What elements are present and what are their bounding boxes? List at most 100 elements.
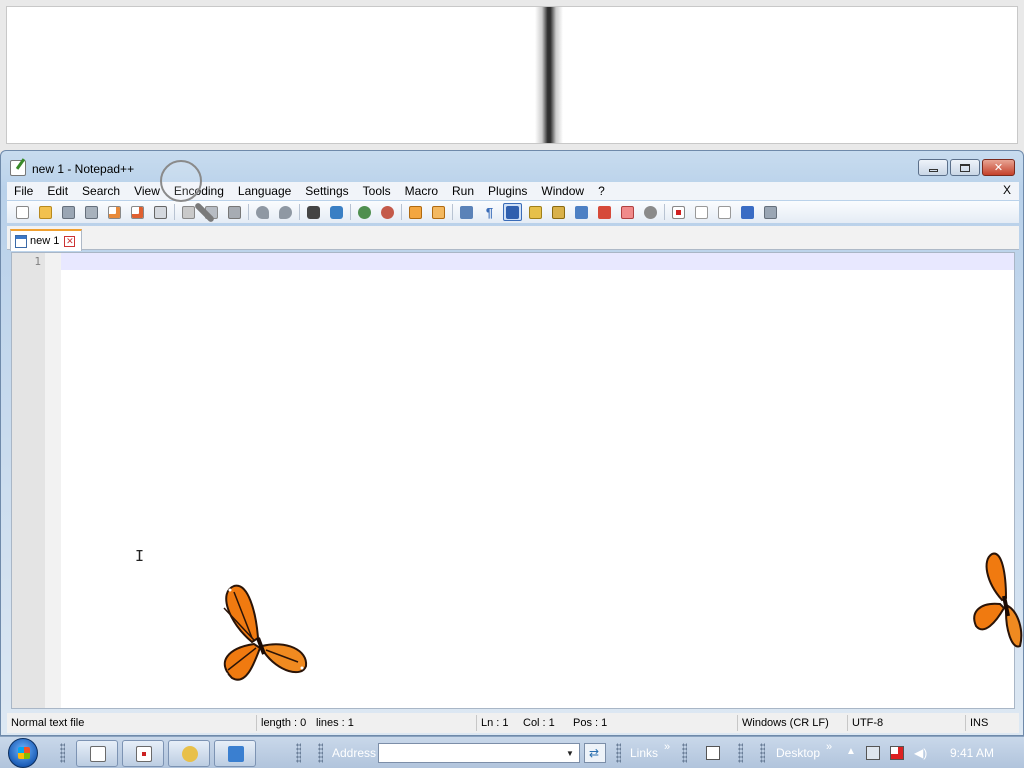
menu-tools[interactable]: Tools xyxy=(356,183,398,199)
menu-edit[interactable]: Edit xyxy=(40,183,75,199)
new-file-button[interactable] xyxy=(13,203,32,221)
pilcrow-icon: ¶ xyxy=(485,204,494,220)
task-notepadpp[interactable] xyxy=(76,740,118,767)
show-hidden-icons-icon[interactable]: ▲ xyxy=(846,746,860,760)
status-ln: Ln : 1 xyxy=(476,715,519,731)
new-file-icon xyxy=(16,205,29,219)
save-macro-icon xyxy=(764,205,777,219)
toolbar-separator xyxy=(452,204,453,220)
undo-button[interactable] xyxy=(253,203,272,221)
minimize-button[interactable] xyxy=(918,159,948,176)
status-encoding[interactable]: UTF-8 xyxy=(847,715,965,731)
function-list-button[interactable] xyxy=(595,203,614,221)
menu-file[interactable]: File xyxy=(7,183,40,199)
menu-language[interactable]: Language xyxy=(231,183,298,199)
address-input[interactable] xyxy=(378,743,580,763)
save-button[interactable] xyxy=(59,203,78,221)
task-app-2[interactable] xyxy=(122,740,164,767)
taskbar-grip[interactable] xyxy=(682,743,687,763)
close-all-icon xyxy=(131,205,144,219)
maximize-button[interactable] xyxy=(950,159,980,176)
menu-search[interactable]: Search xyxy=(75,183,127,199)
chevron-down-icon[interactable]: ▼ xyxy=(566,749,574,758)
taskbar-grip[interactable] xyxy=(738,743,743,763)
document-map-icon xyxy=(552,205,565,219)
replace-button[interactable] xyxy=(327,203,346,221)
find-button[interactable] xyxy=(304,203,323,221)
open-file-button[interactable] xyxy=(36,203,55,221)
menu-settings[interactable]: Settings xyxy=(298,183,355,199)
menu-window[interactable]: Window xyxy=(534,183,591,199)
menu-help[interactable]: ? xyxy=(591,183,612,199)
status-file-type: Normal text file xyxy=(11,717,85,729)
redo-button[interactable] xyxy=(276,203,295,221)
title-bar[interactable]: new 1 - Notepad++ ✕ xyxy=(1,151,1023,183)
network-icon[interactable] xyxy=(866,746,880,760)
clock[interactable]: 9:41 AM xyxy=(950,746,994,760)
sync-vertical-button[interactable] xyxy=(406,203,425,221)
address-go-button[interactable] xyxy=(584,743,606,763)
monitoring-button[interactable] xyxy=(641,203,660,221)
taskbar-grip[interactable] xyxy=(318,743,323,763)
show-all-chars-button[interactable]: ¶ xyxy=(480,203,499,221)
menu-plugins[interactable]: Plugins xyxy=(481,183,534,199)
print-button[interactable] xyxy=(151,203,170,221)
minimize-icon xyxy=(928,168,938,172)
action-center-icon[interactable] xyxy=(890,746,904,760)
volume-icon[interactable]: ◀) xyxy=(914,746,928,760)
status-col: Col : 1 xyxy=(523,717,555,729)
tab-close-icon[interactable]: ✕ xyxy=(64,235,76,247)
desktop-chevron-icon[interactable]: » xyxy=(826,741,832,753)
folder-workspace-button[interactable] xyxy=(618,203,637,221)
taskbar-grip[interactable] xyxy=(760,743,765,763)
line-number: 1 xyxy=(34,255,41,268)
desktop-label[interactable]: Desktop xyxy=(776,746,820,760)
monitoring-icon xyxy=(644,205,657,219)
taskbar-grip[interactable] xyxy=(616,743,621,763)
taskbar-grip[interactable] xyxy=(296,743,301,763)
macro-stop-button[interactable] xyxy=(692,203,711,221)
status-eol[interactable]: Windows (CR LF) xyxy=(737,715,847,731)
tab-new-1[interactable]: new 1 ✕ xyxy=(10,229,82,251)
zoom-in-button[interactable] xyxy=(355,203,374,221)
save-all-button[interactable] xyxy=(82,203,101,221)
open-folder-icon xyxy=(39,205,52,219)
stop-icon xyxy=(695,205,708,219)
taskbar-grip[interactable] xyxy=(60,743,65,763)
editor-area[interactable]: 1 I xyxy=(11,252,1015,709)
magnifier-view-panel xyxy=(6,6,1018,144)
doc-map-button[interactable] xyxy=(549,203,568,221)
macro-save-button[interactable] xyxy=(761,203,780,221)
close-document-button[interactable]: X xyxy=(1003,183,1011,197)
udl-button[interactable] xyxy=(526,203,545,221)
redo-icon xyxy=(279,205,292,219)
function-list-icon xyxy=(598,205,611,219)
macro-run-multiple-button[interactable] xyxy=(738,203,757,221)
start-button[interactable] xyxy=(8,738,38,768)
close-file-button[interactable] xyxy=(105,203,124,221)
zoom-out-button[interactable] xyxy=(378,203,397,221)
word-wrap-button[interactable] xyxy=(457,203,476,221)
fold-margin[interactable] xyxy=(45,253,61,708)
task-app-4[interactable] xyxy=(214,740,256,767)
taskbar: Address ▼ Links » Desktop » ▲ ◀) 9:41 AM xyxy=(0,736,1024,768)
links-chevron-icon[interactable]: » xyxy=(664,741,670,753)
notepad-quicklaunch-icon[interactable] xyxy=(706,746,720,760)
macro-play-button[interactable] xyxy=(715,203,734,221)
close-button[interactable]: ✕ xyxy=(982,159,1015,176)
butterfly-image xyxy=(220,584,308,681)
close-all-button[interactable] xyxy=(128,203,147,221)
menu-run[interactable]: Run xyxy=(445,183,481,199)
macro-record-button[interactable] xyxy=(669,203,688,221)
caption-buttons: ✕ xyxy=(918,159,1015,176)
doc-list-button[interactable] xyxy=(572,203,591,221)
sync-horizontal-button[interactable] xyxy=(429,203,448,221)
menu-macro[interactable]: Macro xyxy=(398,183,445,199)
links-label[interactable]: Links xyxy=(630,746,658,760)
task-app-3[interactable] xyxy=(168,740,210,767)
address-label: Address xyxy=(332,746,377,760)
paste-button[interactable] xyxy=(225,203,244,221)
indent-guide-icon xyxy=(506,205,519,219)
windows-logo-icon xyxy=(18,747,30,759)
indent-guide-button[interactable] xyxy=(503,203,522,221)
